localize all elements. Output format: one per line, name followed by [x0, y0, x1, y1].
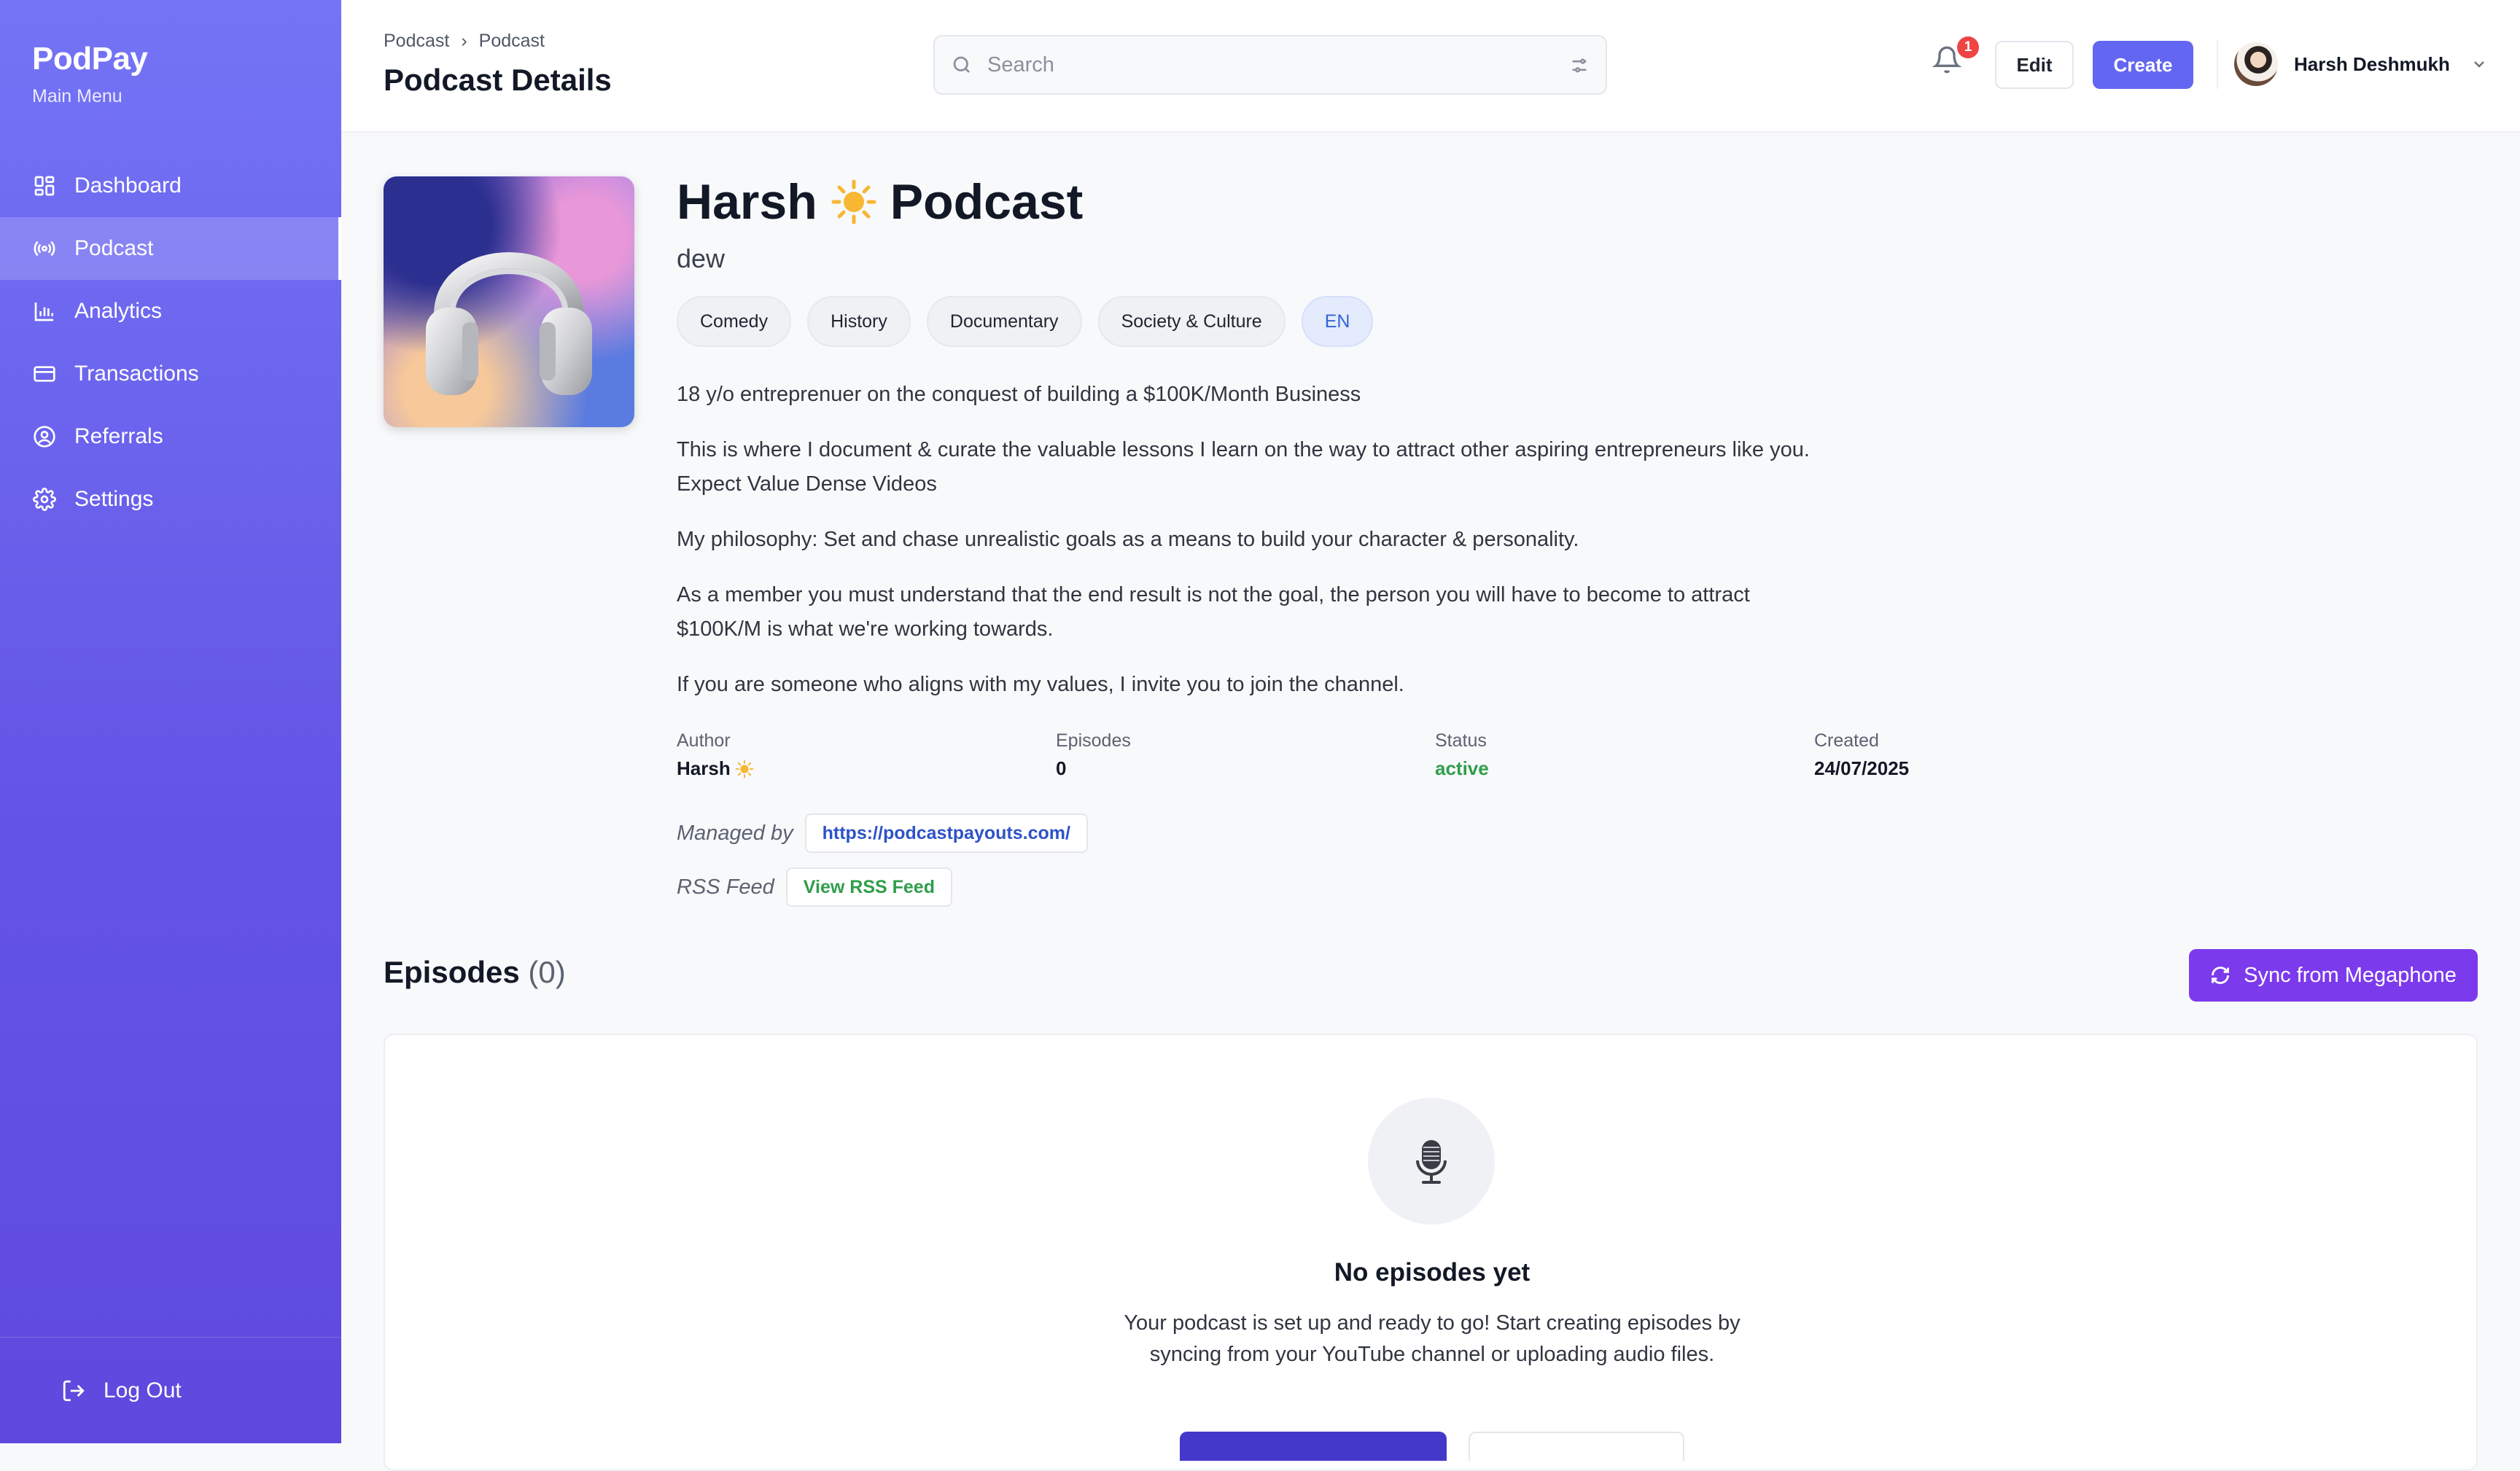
episodes-heading: Episodes (0) [384, 955, 566, 990]
search-icon [953, 56, 970, 73]
sidebar-item-label: Dashboard [74, 173, 182, 198]
description-paragraph: 18 y/o entreprenuer on the conquest of b… [677, 383, 1361, 406]
meta-label: Created [1814, 730, 1879, 751]
analytics-icon [32, 299, 57, 324]
logout-button[interactable]: Log Out [0, 1337, 341, 1443]
podcast-subtitle: dew [677, 243, 726, 273]
filter-icon[interactable] [1569, 55, 1590, 79]
meta-value: 24/07/2025 [1814, 757, 1910, 779]
description-paragraph: If you are someone who aligns with my va… [677, 673, 1404, 696]
podcast-title-part: Harsh [677, 174, 817, 230]
podcast-description: 18 y/o entreprenuer on the conquest of b… [677, 378, 1858, 723]
avatar [2234, 42, 2278, 86]
sync-label: Sync from Megaphone [2244, 963, 2457, 987]
managed-by-link[interactable]: https://podcastpayouts.com/ [804, 813, 1088, 853]
episodes-empty-state: No episodes yet Your podcast is set up a… [384, 1034, 2478, 1471]
breadcrumb-item[interactable]: Podcast [384, 31, 449, 52]
meta-value: Harsh [677, 757, 1056, 780]
gear-icon [32, 487, 57, 512]
podcast-cover-image [384, 176, 634, 427]
sidebar-item-dashboard[interactable]: Dashboard [0, 155, 341, 217]
meta-created: Created 24/07/2025 [1814, 730, 2193, 780]
empty-state-title: No episodes yet [1334, 1258, 1531, 1287]
notification-badge: 1 [1957, 36, 1979, 58]
category-tag: Society & Culture [1097, 296, 1286, 347]
logout-label: Log Out [104, 1378, 182, 1402]
user-menu[interactable]: Harsh Deshmukh [2234, 42, 2488, 86]
description-paragraph: As a member you must understand that the… [677, 583, 1750, 641]
description-paragraph: My philosophy: Set and chase unrealistic… [677, 528, 1579, 551]
sidebar-item-label: Transactions [74, 362, 199, 386]
managed-by-label: Managed by [677, 821, 793, 845]
app-name: PodPay [32, 41, 148, 77]
podcast-meta: Author Harsh Episodes 0 Status active Cr… [677, 730, 2193, 780]
edit-button[interactable]: Edit [1995, 41, 2074, 89]
sidebar: PodPay Main Menu Dashboard Podcast Analy… [0, 0, 341, 1443]
sidebar-item-label: Analytics [74, 299, 163, 323]
sidebar-item-podcast[interactable]: Podcast [0, 217, 341, 280]
description-paragraph: This is where I document & curate the va… [677, 438, 1810, 496]
logout-icon [63, 1380, 85, 1401]
managed-by-row: Managed by https://podcastpayouts.com/ [677, 813, 1088, 853]
refresh-icon [2212, 967, 2230, 984]
podcast-title-part: Podcast [890, 174, 1084, 230]
search-box [933, 35, 1607, 95]
view-rss-feed-link[interactable]: View RSS Feed [785, 867, 952, 907]
user-circle-icon [32, 424, 57, 449]
status-value: active [1435, 757, 1489, 779]
header-divider [2217, 41, 2218, 89]
chevron-down-icon [2473, 61, 2484, 68]
meta-author: Author Harsh [677, 730, 1056, 780]
category-tags: Comedy History Documentary Society & Cul… [677, 296, 1374, 347]
breadcrumb-item: Podcast [478, 31, 545, 51]
meta-label: Episodes [1056, 730, 1131, 751]
category-tag: History [807, 296, 911, 347]
sidebar-item-settings[interactable]: Settings [0, 468, 341, 531]
meta-status: Status active [1435, 730, 1814, 780]
podcast-title: Harsh Podcast [677, 173, 1083, 230]
meta-label: Status [1435, 730, 1487, 751]
sidebar-item-label: Podcast [74, 236, 154, 260]
brand: PodPay Main Menu [32, 41, 148, 107]
sun-icon [831, 179, 876, 225]
sidebar-item-label: Referrals [74, 424, 163, 448]
author-name: Harsh [677, 757, 731, 779]
empty-state-text: Your podcast is set up and ready to go! … [1124, 1311, 1741, 1366]
rss-feed-row: RSS Feed View RSS Feed [677, 867, 952, 907]
meta-value: 0 [1056, 757, 1067, 779]
sync-from-megaphone-button[interactable]: Sync from Megaphone [2189, 949, 2478, 1002]
primary-action-button[interactable] [1180, 1432, 1447, 1461]
meta-episodes: Episodes 0 [1056, 730, 1435, 780]
card-icon [32, 362, 57, 386]
user-name: Harsh Deshmukh [2294, 52, 2450, 75]
episodes-title: Episodes [384, 955, 520, 989]
top-header: Podcast › Podcast Podcast Details 1 Edit… [341, 0, 2520, 133]
meta-label: Author [677, 730, 731, 751]
main-nav: Dashboard Podcast Analytics Transactions… [0, 155, 341, 531]
sidebar-item-label: Settings [74, 487, 154, 511]
headphones-icon [426, 252, 592, 395]
breadcrumb: Podcast › Podcast [384, 31, 545, 52]
sidebar-item-referrals[interactable]: Referrals [0, 405, 341, 468]
search-input[interactable] [987, 52, 1541, 77]
category-tag: Documentary [926, 296, 1082, 347]
rss-feed-label: RSS Feed [677, 875, 774, 899]
secondary-action-button[interactable] [1469, 1432, 1684, 1461]
sidebar-item-analytics[interactable]: Analytics [0, 280, 341, 343]
breadcrumb-separator: › [461, 31, 467, 51]
podcast-icon [32, 236, 57, 261]
sun-icon [735, 760, 754, 778]
sidebar-item-transactions[interactable]: Transactions [0, 343, 341, 405]
page-title: Podcast Details [384, 63, 612, 97]
dashboard-icon [32, 173, 57, 198]
language-tag: EN [1301, 296, 1374, 347]
app-subtitle: Main Menu [32, 86, 122, 106]
create-button[interactable]: Create [2093, 41, 2193, 89]
category-tag: Comedy [677, 296, 792, 347]
episodes-count: (0) [528, 955, 566, 989]
microphone-icon [1368, 1098, 1495, 1225]
